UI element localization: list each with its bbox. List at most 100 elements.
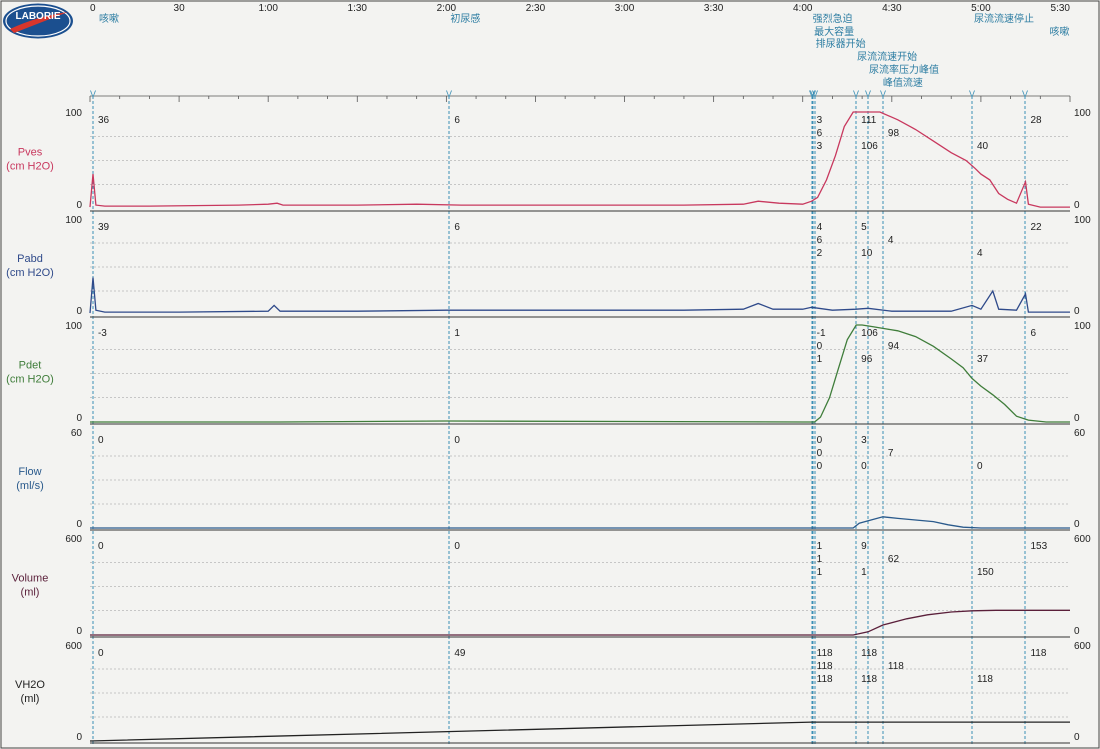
y-min-label-left: 0 <box>76 626 82 637</box>
y-max-label-right: 60 <box>1074 428 1086 439</box>
y-min-label-left: 0 <box>76 413 82 424</box>
readout-value: 0 <box>98 541 104 552</box>
event-label: 尿流流速停止 <box>974 12 1034 25</box>
readout-value: 0 <box>977 461 983 472</box>
readout-value: 2 <box>817 248 823 259</box>
readout-value: 111 <box>861 115 877 126</box>
readout-value: 6 <box>817 128 823 139</box>
readout-value: 0 <box>98 435 104 446</box>
readout-value: 106 <box>861 328 878 339</box>
readout-value: 0 <box>817 461 823 472</box>
readout-value: 0 <box>817 435 823 446</box>
y-min-label-right: 0 <box>1074 626 1080 637</box>
time-tick-label: 0 <box>90 3 96 14</box>
channel-name: VH2O <box>15 679 45 691</box>
channel-volume: 600 0 600 0 Volume (ml) 0 0 1 1 1 9 1 62 150 153 <box>12 534 1091 638</box>
event-arrow: V <box>880 89 886 99</box>
channel-pdet: 100 0 100 0 Pdet (cm H2O) -3 1 -1 0 1 106 96 94 37 6 <box>6 321 1091 425</box>
readout-value: 28 <box>1030 115 1042 126</box>
series-line-flow <box>90 516 1070 529</box>
readout-value: 106 <box>861 141 878 152</box>
event-label: 初尿感 <box>450 12 480 25</box>
y-max-label-left: 600 <box>65 641 82 652</box>
y-max-label-right: 600 <box>1074 534 1091 545</box>
y-min-label-right: 0 <box>1074 413 1080 424</box>
readout-value: 118 <box>817 674 833 685</box>
event-arrow: V <box>812 89 818 99</box>
event-arrow: V <box>865 89 871 99</box>
y-max-label-left: 100 <box>65 108 82 119</box>
y-max-label-left: 60 <box>71 428 83 439</box>
readout-value: 0 <box>454 541 460 552</box>
channel-unit: (ml) <box>21 587 40 599</box>
channel-pves: 10001000Pves(cm H2O)36 6 363111106984028 <box>6 108 1091 212</box>
y-max-label-left: 100 <box>65 321 82 332</box>
time-axis: 0 30 1:00 1:30 2:00 2:30 3:00 3:30 4:00 4:30 5:00 5… <box>89 3 1071 102</box>
channel-unit: (ml/s) <box>16 480 44 492</box>
time-tick-label: 3:00 <box>615 3 635 14</box>
time-tick-label: 2:00 <box>437 3 457 14</box>
readout-value: 22 <box>1030 222 1042 233</box>
event-label: 排尿器开始 <box>816 37 866 50</box>
event-arrow: V <box>969 89 975 99</box>
readout-value: -1 <box>817 328 826 339</box>
readout-value: 1 <box>454 328 460 339</box>
readout-value: 1 <box>817 541 823 552</box>
readout-value: 6 <box>1030 328 1036 339</box>
readout-value: 4 <box>977 248 983 259</box>
time-tick-label: 5:30 <box>1051 3 1071 14</box>
channel-name: Pdet <box>19 360 42 372</box>
y-max-label-left: 100 <box>65 215 82 226</box>
readout-value: 1 <box>817 567 823 578</box>
channel-name: Volume <box>12 573 49 585</box>
time-tick-label: 4:00 <box>793 3 813 14</box>
readout-value: 1 <box>861 567 867 578</box>
readout-value: 7 <box>888 448 894 459</box>
y-max-label-left: 600 <box>65 534 82 545</box>
y-min-label-left: 0 <box>76 519 82 530</box>
y-min-label-left: 0 <box>76 200 82 211</box>
time-tick-label: 30 <box>174 3 186 14</box>
channel-vh2o: 600 0 600 0 VH2O (ml) 0 49 118 118 118 118 118 118 118… <box>15 641 1091 744</box>
event-label: 咳嗽 <box>99 12 119 25</box>
channel-name: Pabd <box>17 253 43 265</box>
event-label: 最大容量 <box>814 25 854 38</box>
readout-value: 49 <box>454 648 466 659</box>
series-line-volume <box>90 609 1070 636</box>
channel-unit: (cm H2O) <box>6 161 54 173</box>
y-max-label-right: 600 <box>1074 641 1091 652</box>
channel-pabd: 100 0 100 0 Pabd (cm H2O) 39 6 4 6 2 5 10 4 4 22 <box>6 215 1091 318</box>
channel-unit: (cm H2O) <box>6 374 54 386</box>
readout-value: -3 <box>98 328 107 339</box>
channel-unit: (ml) <box>21 693 40 705</box>
time-tick-label: 5:00 <box>971 3 991 14</box>
readout-value: 118 <box>977 674 993 685</box>
readout-value: 98 <box>888 128 900 139</box>
channel-name: Flow <box>18 466 41 478</box>
readout-value: 10 <box>861 248 873 259</box>
event-label: 咳嗽 <box>1049 25 1069 38</box>
urodynamic-chart: 0 30 1:00 1:30 2:00 2:30 3:00 3:30 4:00 4:30 5:00 5… <box>0 0 1100 749</box>
readout-value: 4 <box>888 235 894 246</box>
y-max-label-right: 100 <box>1074 321 1091 332</box>
readout-value: 37 <box>977 354 989 365</box>
channel-unit: (cm H2O) <box>6 267 54 279</box>
readout-value: 62 <box>888 554 900 565</box>
readout-value: 5 <box>861 222 867 233</box>
event-arrow: V <box>90 89 96 99</box>
y-max-label-right: 100 <box>1074 215 1091 226</box>
page-border <box>0 0 1100 749</box>
readout-value: 3 <box>817 141 823 152</box>
event-label: 峰值流速 <box>883 76 923 89</box>
readout-value: 118 <box>817 648 833 659</box>
series-line-vh2o <box>89 721 1070 742</box>
readout-value: 94 <box>888 341 900 352</box>
readout-value: 118 <box>817 661 833 672</box>
readout-value: 6 <box>454 222 460 233</box>
readout-value: 9 <box>861 541 867 552</box>
readout-value: 118 <box>888 661 904 672</box>
readout-value: 1 <box>817 554 823 565</box>
readout-value: 6 <box>817 235 823 246</box>
y-min-label-right: 0 <box>1074 732 1080 743</box>
readout-value: 0 <box>454 435 460 446</box>
